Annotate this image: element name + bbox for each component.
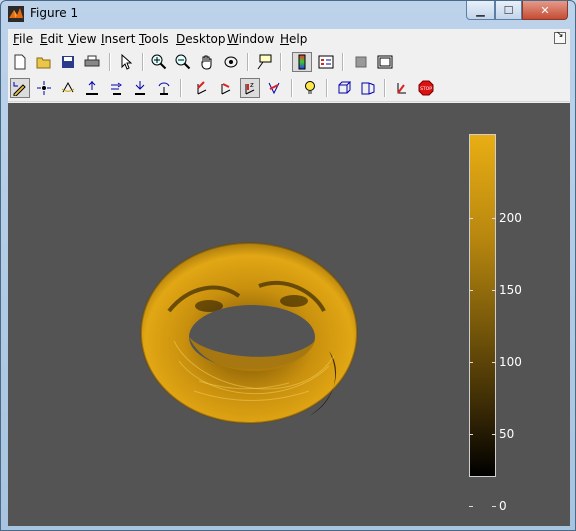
orthographic-icon [338, 81, 352, 94]
edit-plot-icon [13, 82, 26, 96]
orbit-camera-button[interactable] [58, 78, 78, 98]
close-button[interactable]: ✕ [522, 1, 568, 20]
roll-camera-button[interactable] [154, 78, 174, 98]
dolly-camera-icon [86, 81, 98, 95]
z-axis-icon: z [245, 81, 255, 95]
hide-plot-tools-icon [355, 56, 367, 68]
insert-legend-button[interactable] [316, 52, 336, 72]
svg-text:STOP: STOP [420, 86, 432, 92]
move-camera-icon [111, 82, 122, 95]
camera-toolbar: z STOP [8, 75, 570, 102]
light-icon [305, 81, 315, 94]
dock-figure-button[interactable]: ↘ [554, 30, 566, 44]
reset-camera-icon [397, 83, 406, 94]
no-axis-icon [268, 82, 280, 95]
torus-surface[interactable] [139, 241, 359, 431]
svg-text:z: z [250, 81, 254, 89]
new-figure-icon [14, 54, 26, 70]
figure-client-area: File Edit View Insert Tools Desktop Wind… [8, 29, 570, 526]
title-bar[interactable]: Figure 1 ▁ ☐ ✕ [1, 1, 575, 27]
menu-insert[interactable]: Insert [101, 32, 135, 46]
maximize-button[interactable]: ☐ [495, 1, 522, 20]
menu-tools[interactable]: Tools [139, 32, 169, 46]
no-axis-button[interactable] [264, 78, 284, 98]
figure-window: Figure 1 ▁ ☐ ✕ File Edit View Insert Too… [0, 0, 576, 531]
edit-plot-button[interactable] [10, 78, 30, 98]
pan-hand-icon [201, 55, 212, 70]
z-axis-button[interactable]: z [240, 78, 260, 98]
menu-bar: File Edit View Insert Tools Desktop Wind… [8, 29, 570, 50]
menu-view[interactable]: View [68, 32, 96, 46]
rotate-3d-button[interactable] [221, 52, 241, 72]
legend-icon [318, 55, 334, 69]
colorbar-tick-label: 200 [499, 211, 522, 225]
y-axis-icon [221, 83, 231, 95]
perspective-icon [361, 82, 375, 95]
hide-plot-tools-button[interactable] [351, 52, 371, 72]
open-file-button[interactable] [34, 52, 54, 72]
menu-help[interactable]: Help [280, 32, 307, 46]
colorbar-icon [298, 54, 306, 70]
data-cursor-button[interactable] [254, 52, 274, 72]
new-figure-button[interactable] [10, 52, 30, 72]
matlab-logo-icon [8, 6, 24, 22]
print-button[interactable] [82, 52, 102, 72]
menu-file[interactable]: File [13, 32, 33, 46]
show-plot-tools-button[interactable] [375, 52, 395, 72]
menu-edit[interactable]: Edit [40, 32, 63, 46]
minimize-button[interactable]: ▁ [466, 1, 495, 20]
scatter-icon [37, 81, 51, 95]
pan-button[interactable] [197, 52, 217, 72]
select-button[interactable] [116, 52, 136, 72]
menu-desktop[interactable]: Desktop [176, 32, 226, 46]
window-title: Figure 1 [30, 6, 79, 20]
stop-icon: STOP [418, 80, 434, 96]
colorbar-tick-label: 100 [499, 355, 522, 369]
rotate-3d-icon [224, 56, 238, 68]
colorbar-tick-label: 50 [499, 427, 515, 441]
save-icon [62, 56, 74, 68]
data-cursor-icon [257, 54, 272, 70]
select-pointer-icon [121, 54, 132, 70]
orbit-camera-icon [61, 81, 75, 93]
open-file-icon [36, 57, 51, 69]
zoom-out-button[interactable] [173, 52, 193, 72]
zoom-out-icon [175, 54, 191, 70]
x-axis-icon [197, 81, 207, 95]
orthographic-button[interactable] [334, 78, 354, 98]
zoom-in-icon [151, 54, 167, 70]
show-plot-tools-icon [377, 55, 393, 69]
save-button[interactable] [58, 52, 78, 72]
roll-camera-icon [158, 82, 170, 95]
scatter-button[interactable] [34, 78, 54, 98]
perspective-button[interactable] [358, 78, 378, 98]
zoom-in-button[interactable] [149, 52, 169, 72]
minimize-icon: ▁ [476, 3, 485, 17]
dock-arrow-icon: ↘ [556, 30, 564, 40]
stop-button[interactable]: STOP [416, 78, 436, 98]
menu-window[interactable]: Window [227, 32, 274, 46]
colorbar-tick-label: 150 [499, 283, 522, 297]
colorbar-tick-label: 0 [499, 499, 507, 513]
dolly-camera-button[interactable] [82, 78, 102, 98]
maximize-icon: ☐ [503, 3, 514, 17]
light-button[interactable] [300, 78, 320, 98]
colorbar[interactable] [469, 134, 496, 477]
y-axis-button[interactable] [216, 78, 236, 98]
close-icon: ✕ [540, 3, 550, 17]
zoom-camera-icon [135, 81, 145, 95]
insert-colorbar-button[interactable] [292, 52, 312, 72]
reset-camera-button[interactable] [392, 78, 412, 98]
x-axis-button[interactable] [192, 78, 212, 98]
axes-area[interactable]: 0 50 100 150 200 [8, 103, 570, 526]
figure-toolbar [8, 49, 570, 76]
print-icon [84, 55, 100, 67]
zoom-camera-button[interactable] [130, 78, 150, 98]
move-camera-button[interactable] [106, 78, 126, 98]
